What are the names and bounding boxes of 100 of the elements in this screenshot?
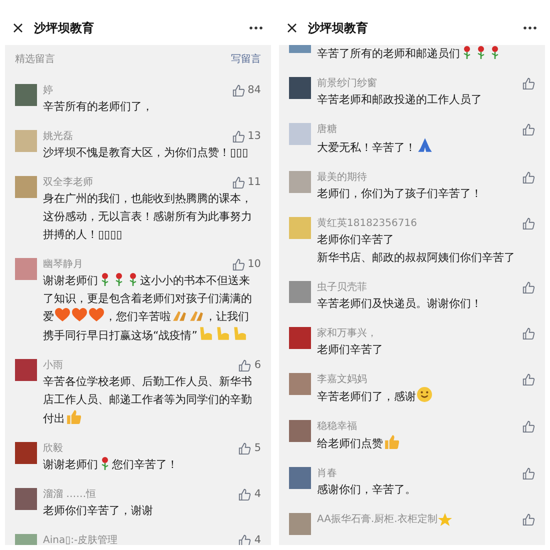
avatar-photo[interactable] [15,130,37,152]
avatar-photo[interactable] [289,281,311,303]
author-name: 家和万事兴， [317,326,377,341]
comment-text: 老师们辛苦了 [317,342,384,358]
thumbs-up-icon [232,258,245,271]
avatar-photo[interactable] [15,442,37,464]
thumbs-up-icon [522,171,535,184]
like-button[interactable] [522,467,535,480]
comment-text: 沙坪坝不愧是教育大区，为你们点赞！▯▯▯ [43,145,250,161]
thumbs-up-icon [238,488,252,501]
rose-icon [489,45,501,59]
like-button[interactable]: 13 [232,128,261,144]
close-icon [13,22,23,32]
thumbs-up-icon [522,123,535,136]
avatar-photo[interactable] [289,327,311,349]
comment-text: 辛苦各位学校老师、后勤工作人员、新华书店工作人员、邮递工作者等为同学们的辛勤付出 [43,374,253,427]
thumbs-up-icon [522,373,535,386]
thumbs-up-icon [384,434,399,449]
like-button[interactable]: 5 [238,440,261,456]
author-name: 婷 [43,84,53,98]
rose-icon [461,45,473,59]
thumbs-up-icon [66,409,81,424]
author-name: 小雨 [43,358,63,373]
more-icon [249,26,263,30]
author-name: 李嘉文妈妈 [317,372,367,387]
thumbs-up-icon [522,467,535,480]
author-name: 虫子贝壳菲 [317,280,367,295]
avatar-photo[interactable] [289,171,311,193]
author-name: 唐糖 [317,122,337,137]
comment-text: 辛苦老师们及快递员。谢谢你们！ [317,296,483,312]
like-button[interactable]: 84 [232,82,261,98]
author-name: AA振华石膏.厨柜.衣柜定制 [317,512,438,527]
close-button[interactable] [285,20,299,34]
thumbs-up-icon [238,442,252,455]
comment-text: 感谢你们，辛苦了。 [317,482,417,498]
like-button[interactable] [522,420,535,433]
thumbs-up-icon [522,217,535,230]
avatar-photo[interactable] [15,84,37,106]
author-name: 稳稳幸福 [317,420,357,434]
like-button[interactable] [522,513,535,526]
comment-text: 老师你们辛苦了，谢谢 [43,503,154,519]
avatar-photo[interactable] [15,258,37,280]
avatar-photo[interactable] [289,217,311,239]
like-button[interactable] [522,171,535,184]
thumbs-up-icon [522,327,535,340]
comment-text: 给老师们点赞 [317,434,529,453]
like-button[interactable] [522,327,535,340]
close-icon [287,22,297,32]
avatar-photo[interactable] [289,513,311,535]
section-label: 精选留言 [15,52,55,67]
write-comment-link[interactable]: 写留言 [231,52,261,67]
avatar-photo[interactable] [289,420,311,442]
author-name: 欣毅 [43,442,63,456]
rose-icon [127,272,139,286]
author-name: 姚光磊 [43,130,73,144]
like-button[interactable]: 11 [232,174,261,190]
rose-icon [99,272,111,286]
comment-text: 辛苦老师们了，感谢 [317,387,529,406]
author-name: 肖春 [317,466,337,481]
like-button[interactable] [522,77,535,90]
comment-text: 老师们，你们为了孩子们辛苦了！ [317,186,483,202]
like-button[interactable] [522,281,535,294]
comment-text: 辛苦了所有的老师和邮递员们 [317,45,529,63]
thumbs-up-icon [522,77,535,90]
avatar-photo[interactable] [15,176,37,198]
thumbs-up-icon [522,281,535,294]
star-icon [438,512,452,526]
heart-icon [72,308,87,322]
thumbs-up-icon [522,420,535,433]
avatar-photo[interactable] [15,488,37,510]
like-button[interactable]: 4 [238,486,261,502]
comment-text: 大爱无私！辛苦了！ [317,137,529,157]
avatar-photo[interactable] [289,77,311,99]
comment-text: 身在广州的我们，也能收到热腾腾的课本，这份感动，无以言表！感谢所有为此事努力拼搏的人！▯▯▯▯ [43,191,253,243]
like-button[interactable]: 4 [238,532,261,545]
comment-text: 谢谢老师们 这小小的书本不但送来了知识，更是包含着老师们对孩子们满满的爱 ，您们辛苦啦 ，让我们携手同行早日打赢这场“战疫情” [43,272,253,344]
comment-text: 辛苦所有的老师们了， [43,99,154,115]
avatar-photo[interactable] [15,359,37,381]
heart-icon [89,308,104,322]
thumbs-up-icon [232,84,245,97]
rose-icon [99,456,111,470]
avatar-photo[interactable] [289,123,311,145]
thumbs-up-icon [238,359,252,372]
avatar-photo[interactable] [289,373,311,395]
page-title: 沙坪坝教育 [308,20,369,36]
comment-text: 辛苦老师和邮政投递的工作人员了 [317,92,483,108]
avatar-photo[interactable] [289,467,311,489]
thumbs-up-icon [522,513,535,526]
author-name: 最美的期待 [317,170,367,185]
comment-text: 谢谢老师们 您们辛苦了！ [43,456,179,473]
thumbs-up-icon [238,534,252,545]
like-button[interactable] [522,123,535,136]
like-button[interactable]: 10 [232,256,261,272]
rose-icon [475,45,487,59]
rose-icon [113,272,125,286]
author-name: Aina▯:-皮肤管理 [43,534,118,545]
like-button[interactable]: 6 [238,358,261,374]
like-button[interactable] [522,373,535,386]
close-button[interactable] [11,20,25,34]
like-button[interactable] [522,217,535,230]
